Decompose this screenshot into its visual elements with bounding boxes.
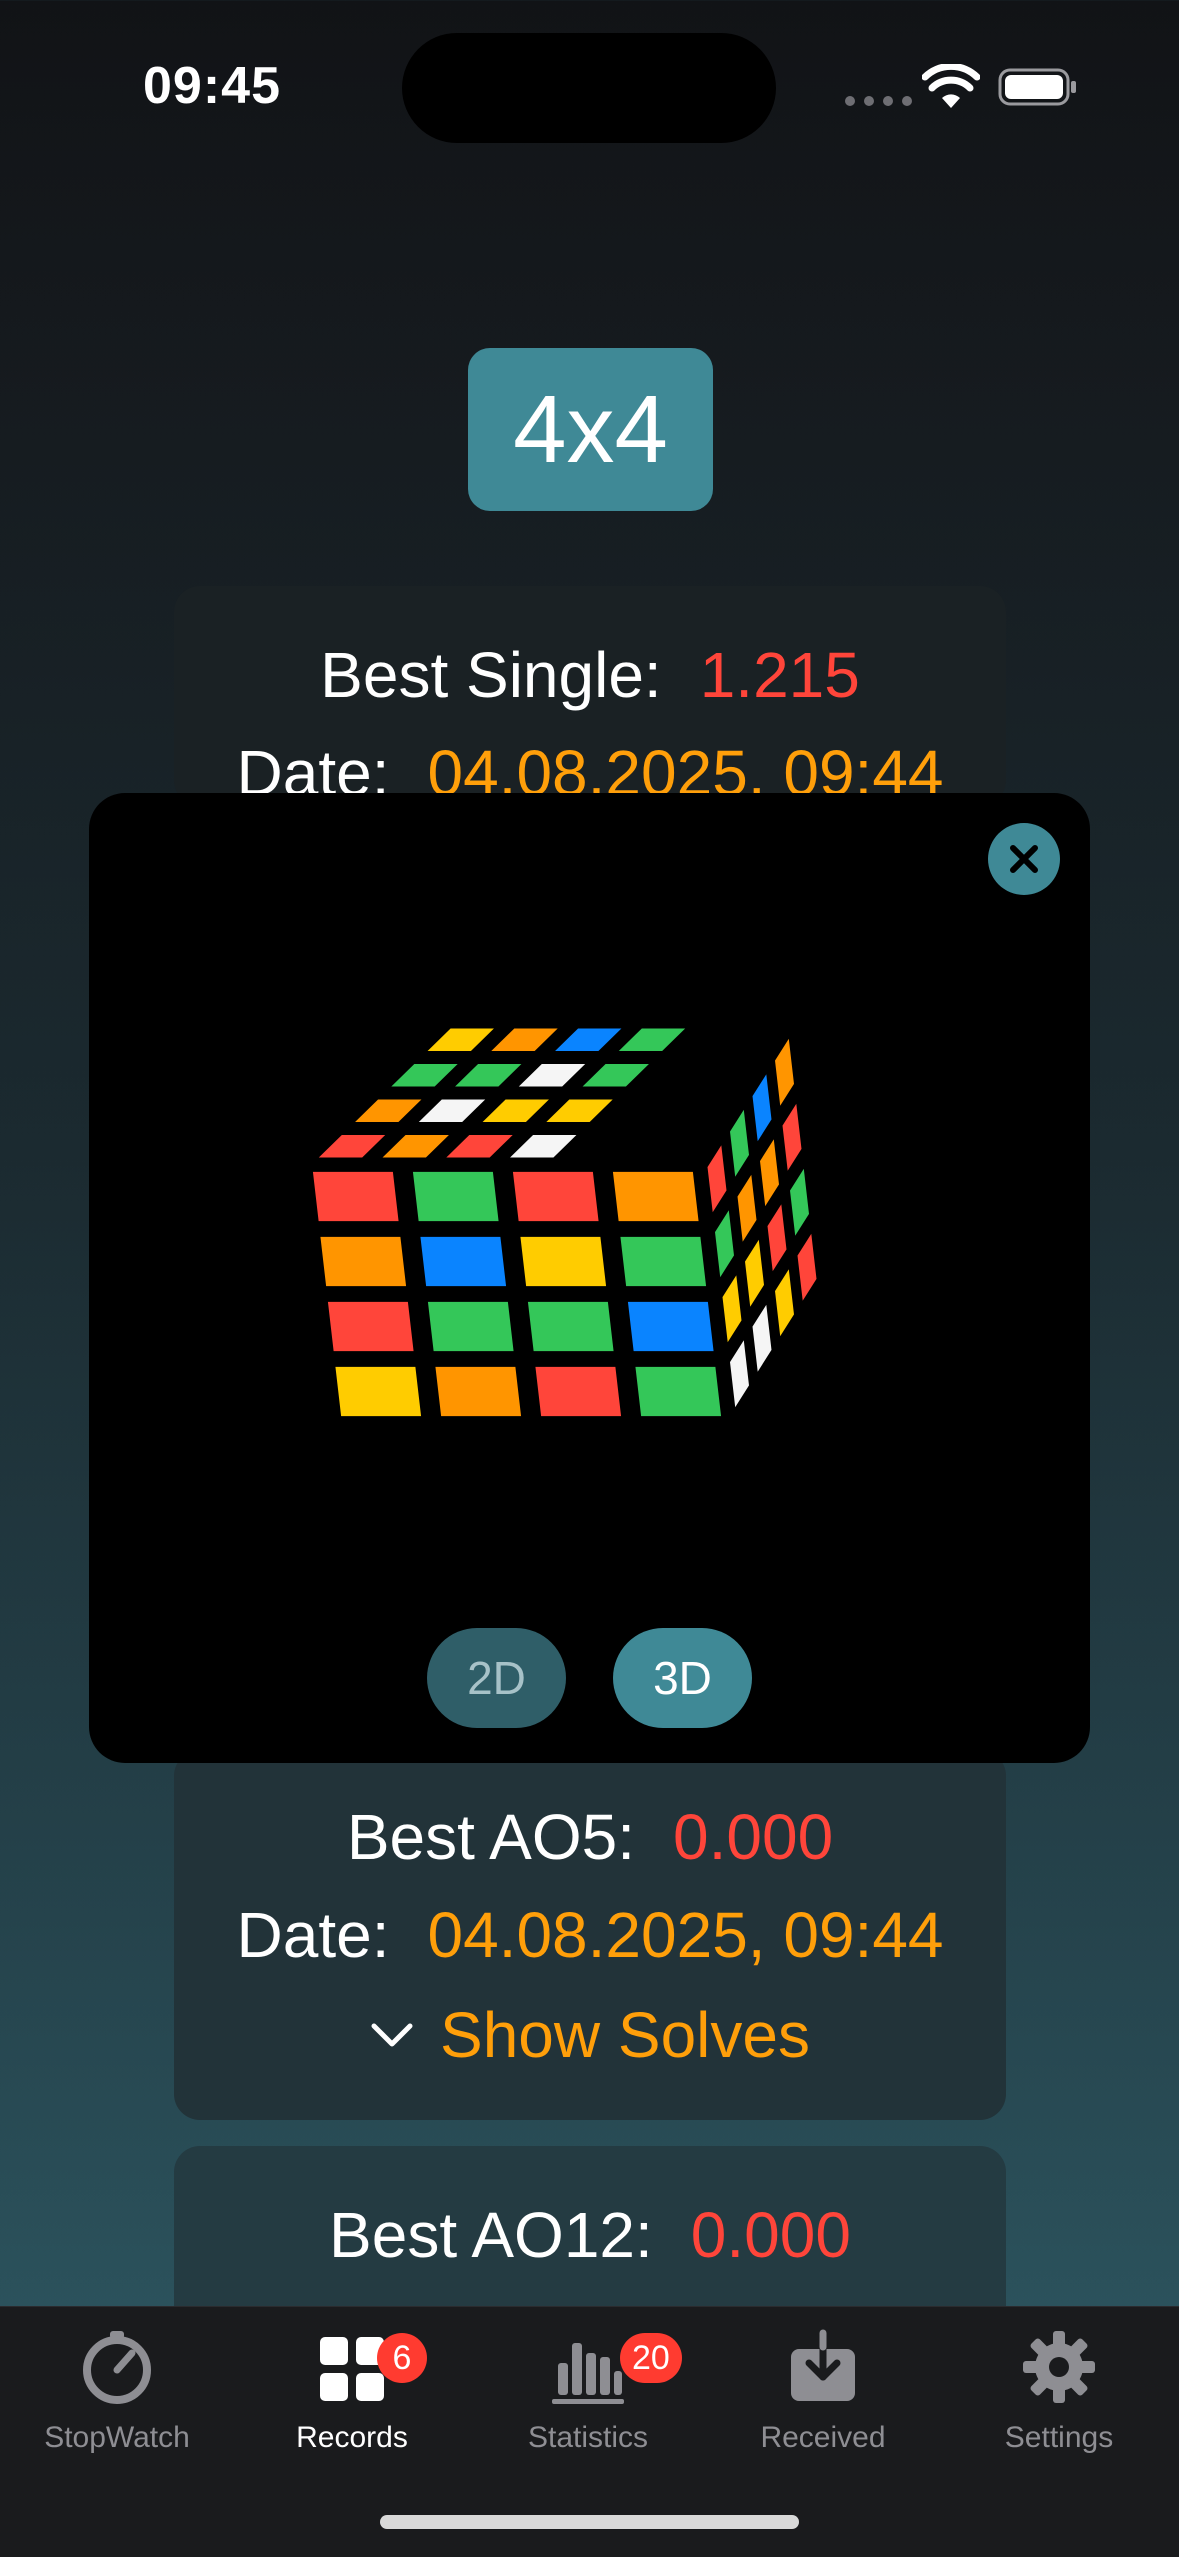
tab-label: StopWatch <box>44 2421 190 2454</box>
best-ao5-row: Best AO5: 0.000 <box>174 1800 1006 1874</box>
cube-3d-preview <box>304 1020 823 1425</box>
tab-label: Received <box>760 2421 886 2454</box>
tab-label: Settings <box>1004 2421 1114 2454</box>
status-bar: 09:45 <box>0 0 1179 170</box>
best-single-row: Best Single: 1.215 <box>174 638 1006 712</box>
scramble-preview-modal: 2D 3D <box>89 793 1090 1763</box>
tab-statistics[interactable]: Statistics 20 <box>488 2327 688 2455</box>
show-solves-label: Show Solves <box>440 1999 810 2071</box>
home-indicator <box>380 2515 799 2529</box>
chevron-down-icon <box>371 2023 413 2047</box>
best-ao5-date: 04.08.2025, 09:44 <box>427 1899 944 1971</box>
close-button[interactable] <box>988 823 1060 895</box>
best-ao12-value: 0.000 <box>690 2199 851 2271</box>
best-ao12-label: Best AO12: <box>329 2199 653 2271</box>
tray-download-icon <box>791 2329 855 2401</box>
tab-label: Records <box>296 2421 408 2454</box>
tab-settings[interactable]: Settings <box>959 2327 1159 2455</box>
puzzle-type-button[interactable]: 4x4 <box>468 348 713 511</box>
dynamic-island <box>402 33 776 143</box>
show-solves-button[interactable]: Show Solves <box>174 1998 1006 2072</box>
wifi-icon <box>922 64 980 108</box>
status-time: 09:45 <box>143 57 281 115</box>
battery-icon <box>998 68 1076 106</box>
best-ao5-card: Best AO5: 0.000 Date: 04.08.2025, 09:44 Sh… <box>174 1750 1006 2120</box>
date-label: Date: <box>236 1899 390 1971</box>
records-badge: 6 <box>377 2333 427 2383</box>
statistics-badge: 20 <box>620 2333 682 2383</box>
stopwatch-icon <box>83 2331 151 2404</box>
tab-label: Statistics <box>527 2421 649 2454</box>
best-ao12-row: Best AO12: 0.000 <box>174 2198 1006 2272</box>
best-ao5-value: 0.000 <box>673 1801 834 1873</box>
best-ao5-label: Best AO5: <box>346 1801 635 1873</box>
best-single-value: 1.215 <box>699 639 860 711</box>
best-ao5-date-row: Date: 04.08.2025, 09:44 <box>174 1898 1006 1972</box>
close-icon <box>1010 845 1038 873</box>
bar-chart-icon <box>552 2343 624 2404</box>
cellular-signal-icon <box>845 96 912 106</box>
gear-icon <box>1023 2331 1095 2403</box>
tab-stopwatch[interactable]: StopWatch <box>17 2327 217 2455</box>
mode-3d-button[interactable]: 3D <box>613 1628 752 1728</box>
best-single-card: Best Single: 1.215 Date: 04.08.2025, 09:44 <box>174 586 1006 809</box>
tab-records[interactable]: Records 6 <box>252 2327 452 2455</box>
tab-received[interactable]: Received <box>723 2327 923 2455</box>
mode-2d-button[interactable]: 2D <box>427 1628 566 1728</box>
best-single-label: Best Single: <box>320 639 662 711</box>
